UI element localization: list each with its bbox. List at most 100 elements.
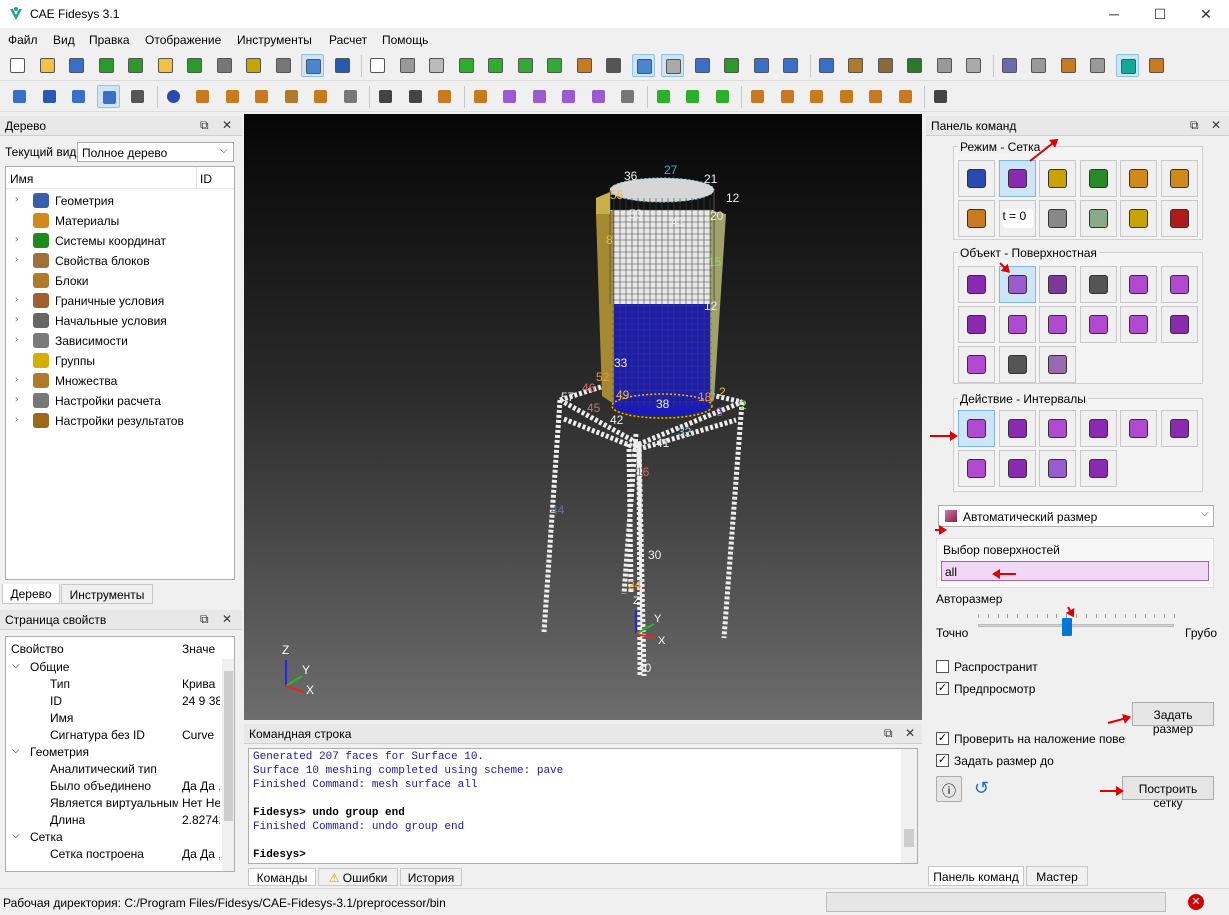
toolbar-button[interactable]: [469, 85, 492, 108]
autosize-slider[interactable]: [978, 614, 1175, 638]
collapse-icon[interactable]: ⌵: [12, 745, 20, 756]
tab-command-panel[interactable]: Панель команд: [928, 866, 1024, 886]
command-icon-button[interactable]: [1160, 306, 1198, 343]
command-icon-button[interactable]: [1039, 450, 1076, 487]
toolbar-button[interactable]: [272, 54, 295, 77]
toolbar-button[interactable]: [746, 85, 769, 108]
command-icon-button[interactable]: [958, 450, 995, 487]
toolbar-button[interactable]: [309, 85, 332, 108]
reset-icon[interactable]: ↺: [974, 778, 989, 799]
tab-errors[interactable]: ⚠ Ошибки: [318, 868, 398, 886]
toolbar-button[interactable]: [652, 85, 675, 108]
toolbar-button[interactable]: [528, 85, 551, 108]
toolbar-button[interactable]: [154, 54, 177, 77]
toolbar-button[interactable]: [776, 85, 799, 108]
toolbar-button[interactable]: [250, 85, 273, 108]
menu-edit[interactable]: Правка: [89, 33, 130, 47]
tree-item[interactable]: › Граничные условия: [6, 291, 234, 311]
expand-icon[interactable]: ›: [15, 334, 18, 345]
tree-item[interactable]: Блоки: [6, 271, 234, 291]
toolbar-button[interactable]: [903, 54, 926, 77]
tab-tools[interactable]: Инструменты: [61, 584, 153, 604]
toolbar-button[interactable]: [124, 54, 147, 77]
toolbar-button[interactable]: [929, 85, 952, 108]
command-icon-button[interactable]: t = 0: [998, 200, 1036, 237]
close-icon[interactable]: ✕: [1211, 118, 1221, 132]
toolbar-button[interactable]: [484, 54, 507, 77]
toolbar-button[interactable]: [557, 85, 580, 108]
tree-item[interactable]: › Геометрия: [6, 191, 234, 211]
preview-checkbox[interactable]: ✓: [936, 682, 949, 695]
toolbar-button[interactable]: [191, 85, 214, 108]
toolbar-button[interactable]: [498, 85, 521, 108]
tree-item[interactable]: › Настройки расчета: [6, 391, 234, 411]
toolbar-button[interactable]: [455, 54, 478, 77]
toolbar-button[interactable]: [301, 54, 324, 77]
propagate-checkbox[interactable]: [936, 660, 949, 673]
property-row[interactable]: Аналитический тип: [6, 761, 226, 778]
toolbar-button[interactable]: [720, 54, 743, 77]
toolbar-button[interactable]: [933, 54, 956, 77]
property-row[interactable]: Является виртуальным Нет Не: [6, 795, 226, 812]
toolbar-button[interactable]: [213, 54, 236, 77]
property-row[interactable]: Тип Крива: [6, 676, 226, 693]
collapse-icon[interactable]: ⌵: [12, 660, 20, 671]
tree-item[interactable]: Группы: [6, 351, 234, 371]
command-icon-button[interactable]: [958, 346, 995, 383]
3d-viewport[interactable]: 27 36 21 55 12 53 41 20 8 15 12 33 52 46 49 38 18 2 3 2 57 45…: [244, 114, 922, 720]
command-icon-button[interactable]: [1160, 200, 1198, 237]
property-row[interactable]: Длина 2.82742: [6, 812, 226, 829]
menu-file[interactable]: Файл: [8, 33, 38, 47]
toolbar-button[interactable]: [835, 85, 858, 108]
toolbar-button[interactable]: [433, 85, 456, 108]
check-overlap-checkbox[interactable]: ✓: [936, 732, 949, 745]
toolbar-button[interactable]: [750, 54, 773, 77]
toolbar-button[interactable]: [339, 85, 362, 108]
menu-view[interactable]: Вид: [53, 33, 75, 47]
float-icon[interactable]: ⧉: [200, 118, 209, 133]
toolbar-button[interactable]: [331, 54, 354, 77]
tree-item[interactable]: Материалы: [6, 211, 234, 231]
command-icon-button[interactable]: [1039, 266, 1076, 303]
command-icon-button[interactable]: [1160, 410, 1198, 447]
command-icon-button[interactable]: [958, 410, 995, 447]
slider-thumb[interactable]: [1061, 618, 1072, 636]
command-icon-button[interactable]: [998, 306, 1036, 343]
command-icon-button[interactable]: [1120, 266, 1157, 303]
tab-commands[interactable]: Команды: [248, 868, 316, 886]
toolbar-button[interactable]: [543, 54, 566, 77]
menu-display[interactable]: Отображение: [145, 33, 221, 47]
tree-item[interactable]: › Множества: [6, 371, 234, 391]
minimize-button[interactable]: ─: [1091, 0, 1137, 28]
close-icon[interactable]: ✕: [905, 726, 915, 740]
toolbar-button[interactable]: [65, 54, 88, 77]
command-icon-button[interactable]: [1039, 160, 1076, 197]
toolbar-button[interactable]: [242, 54, 265, 77]
toolbar-button[interactable]: [126, 85, 149, 108]
toolbar-button[interactable]: [36, 54, 59, 77]
surface-select-input[interactable]: all: [941, 561, 1209, 581]
toolbar-button[interactable]: [864, 85, 887, 108]
close-icon[interactable]: ✕: [222, 118, 232, 132]
property-row[interactable]: ⌵ Общие: [6, 659, 226, 676]
toolbar-button[interactable]: [6, 54, 29, 77]
toolbar-button[interactable]: [587, 85, 610, 108]
expand-icon[interactable]: ›: [15, 414, 18, 425]
maximize-button[interactable]: ☐: [1137, 0, 1183, 28]
toolbar-button[interactable]: [425, 54, 448, 77]
toolbar-button[interactable]: [573, 54, 596, 77]
menu-calculation[interactable]: Расчет: [329, 33, 367, 47]
expand-icon[interactable]: ›: [15, 194, 18, 205]
command-icon-button[interactable]: [998, 160, 1036, 197]
toolbar-button[interactable]: [396, 54, 419, 77]
command-icon-button[interactable]: [1079, 266, 1117, 303]
console-scrollbar[interactable]: [901, 749, 917, 863]
toolbar-button[interactable]: [67, 85, 90, 108]
toolbar-button[interactable]: [96, 85, 120, 108]
toolbar-button[interactable]: [844, 54, 867, 77]
expand-icon[interactable]: ›: [15, 394, 18, 405]
current-view-select[interactable]: Полное дерево ⌵: [77, 142, 234, 162]
toolbar-button[interactable]: [280, 85, 303, 108]
props-scrollbar[interactable]: [222, 659, 234, 871]
toolbar-button[interactable]: [162, 85, 185, 108]
